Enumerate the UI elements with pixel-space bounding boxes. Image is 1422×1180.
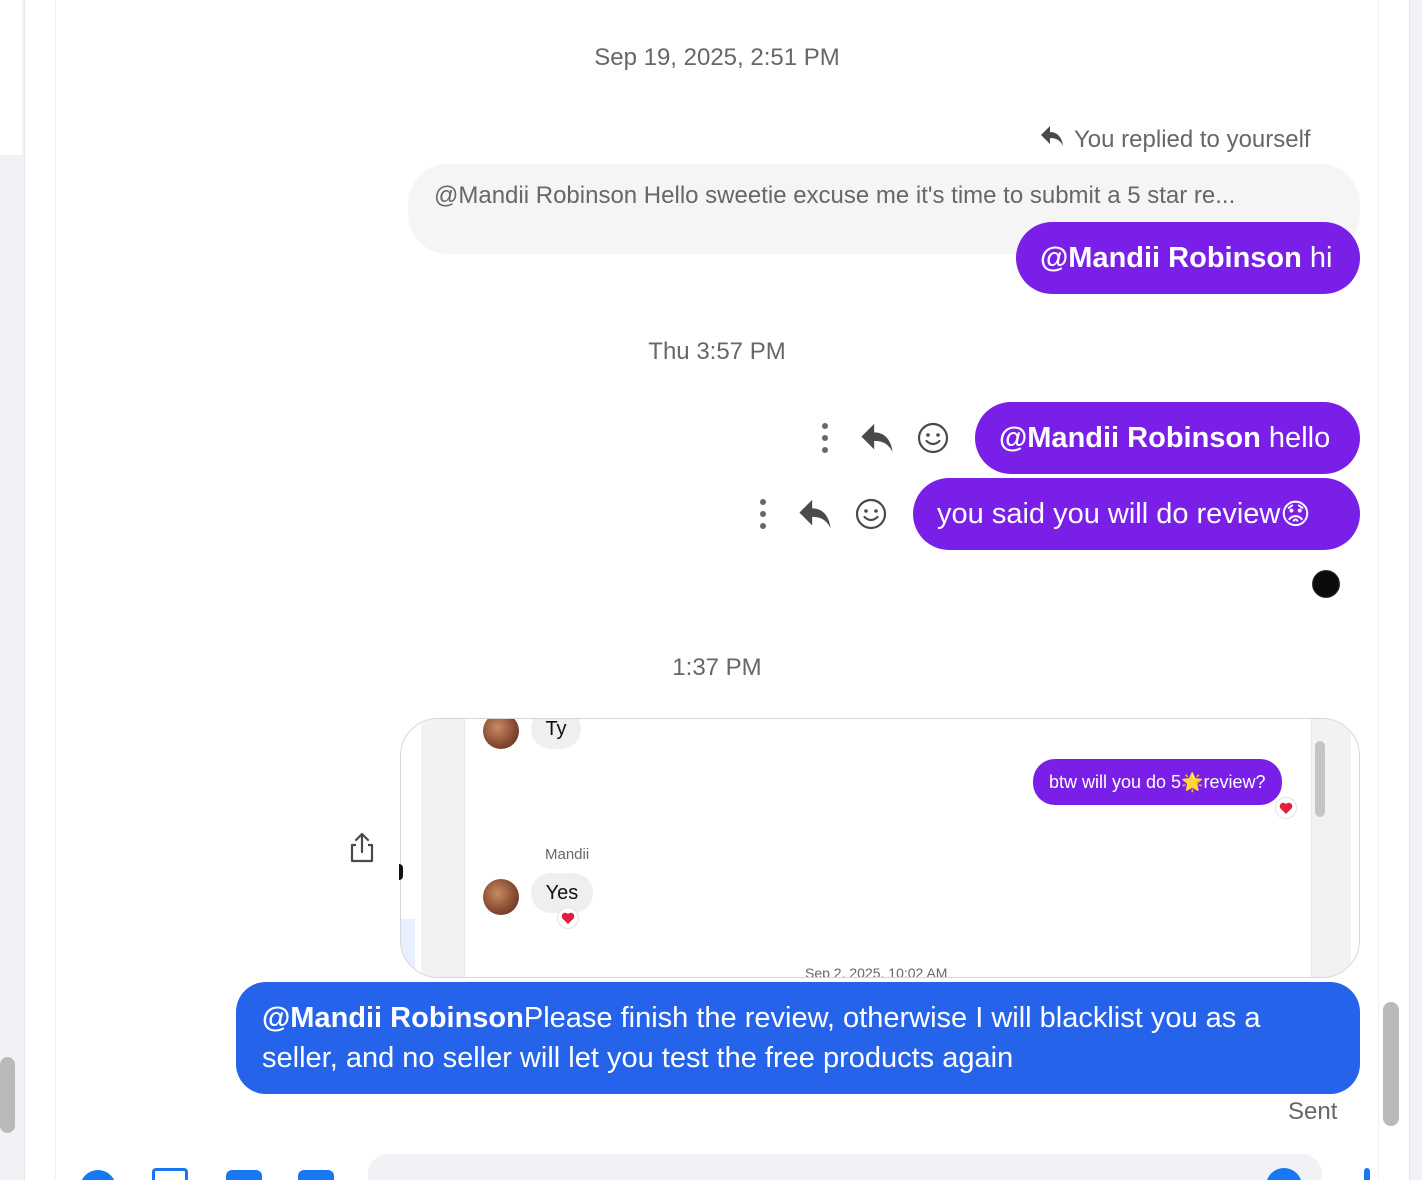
reply-context-text: You replied to yourself <box>1074 125 1311 153</box>
message-text: review? <box>1203 771 1266 792</box>
screenshot-edge <box>401 919 415 977</box>
timestamp-divider: Sep 19, 2025, 2:51 PM <box>594 44 840 71</box>
timestamp-divider: 1:37 PM <box>672 654 762 681</box>
message-bubble[interactable]: @Mandii RobinsonPlease finish the review… <box>236 982 1360 1094</box>
message-text: btw will you do 5 <box>1049 771 1182 792</box>
heart-icon <box>557 907 579 929</box>
message-bubble[interactable]: @Mandii Robinson hi <box>1016 222 1360 294</box>
message-text: hello <box>1260 421 1331 454</box>
like-icon[interactable] <box>1364 1168 1370 1180</box>
reply-icon[interactable] <box>798 498 832 530</box>
list-item: btw will you do 5 🌟 review? <box>1033 759 1282 805</box>
quoted-message-text: @Mandii Robinson Hello sweetie excuse me… <box>434 182 1236 209</box>
message-input[interactable] <box>368 1154 1322 1180</box>
mention[interactable]: @Mandii Robinson <box>999 422 1261 455</box>
timestamp-divider: Thu 3:57 PM <box>648 338 786 365</box>
message-text: Ty <box>545 718 567 740</box>
message-text: you said you will do review <box>937 497 1281 530</box>
sidebar-scrollbar[interactable] <box>0 1057 15 1133</box>
screenshot-attachment[interactable]: Ty btw will you do 5 🌟 review? Mandii Yes … <box>400 718 1360 978</box>
emoji: 😟 <box>1280 498 1311 531</box>
mention[interactable]: @Mandii Robinson <box>1040 242 1302 275</box>
seen-avatar[interactable] <box>1312 570 1340 598</box>
cursor-marker <box>399 864 403 880</box>
image-icon[interactable] <box>152 1168 188 1180</box>
sidebar-card <box>0 0 22 155</box>
emoji-react-icon[interactable] <box>854 497 888 531</box>
message-text: hi <box>1301 241 1333 274</box>
thread-scrollbar[interactable] <box>1383 1002 1399 1126</box>
reply-icon[interactable] <box>860 422 894 454</box>
message-actions <box>812 420 950 456</box>
timestamp: Sep 2, 2025, 10:02 AM <box>805 965 948 978</box>
avatar <box>483 879 519 915</box>
screenshot-scrollbar <box>1315 741 1325 817</box>
message-text: Yes <box>545 881 579 904</box>
more-options-icon[interactable] <box>750 496 776 532</box>
screenshot-edge <box>421 719 465 977</box>
share-icon[interactable] <box>348 832 376 869</box>
reply-icon <box>1040 125 1064 154</box>
avatar <box>483 719 519 749</box>
gif-icon[interactable] <box>298 1170 334 1180</box>
emoji: 🌟 <box>1181 771 1204 792</box>
list-item: Yes <box>531 873 593 913</box>
sender-name: Mandii <box>545 846 590 863</box>
sticker-icon[interactable] <box>226 1170 262 1180</box>
left-sidebar-edge <box>0 0 22 1180</box>
emoji-react-icon[interactable] <box>916 421 950 455</box>
message-bubble[interactable]: you said you will do review 😟 <box>913 478 1360 550</box>
mention[interactable]: @Mandii Robinson <box>262 1002 524 1034</box>
delivery-status: Sent <box>1288 1098 1338 1125</box>
heart-icon <box>1275 797 1297 819</box>
message-content: @Mandii RobinsonPlease finish the review… <box>262 998 1334 1078</box>
reply-context-label: You replied to yourself <box>1040 125 1311 154</box>
list-item: Ty <box>531 718 581 749</box>
message-bubble[interactable]: @Mandii Robinson hello <box>975 402 1360 474</box>
more-options-icon[interactable] <box>812 420 838 456</box>
message-actions <box>750 496 888 532</box>
